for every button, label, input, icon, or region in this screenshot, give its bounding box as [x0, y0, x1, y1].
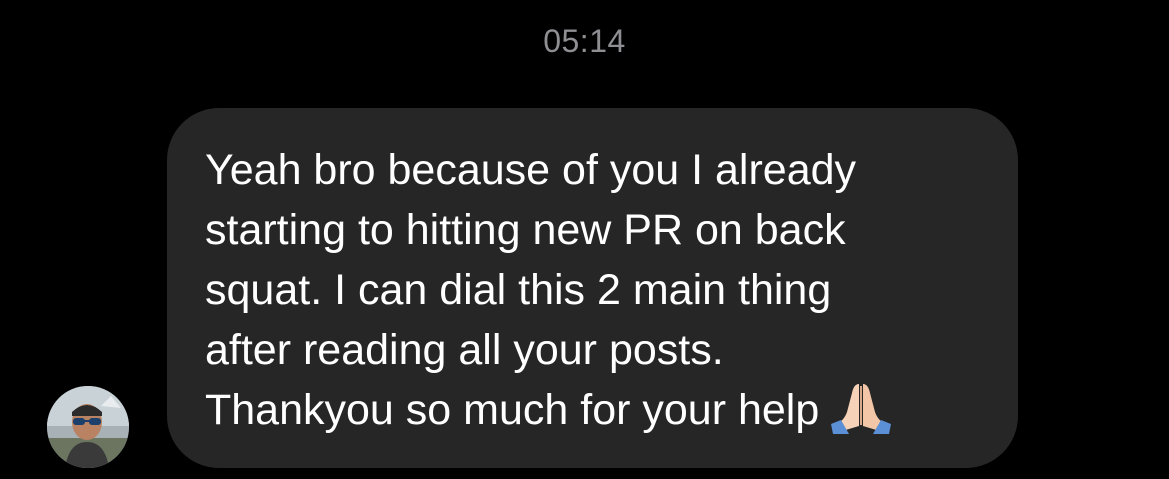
message-body: Yeah bro because of you I already starti…: [205, 146, 857, 434]
folded-hands-icon: [829, 380, 893, 450]
message-timestamp: 05:14: [543, 23, 626, 59]
avatar-photo-icon: [47, 386, 129, 468]
sender-avatar[interactable]: [47, 386, 129, 468]
message-text: Yeah bro because of you I already starti…: [205, 140, 988, 450]
message-bubble[interactable]: Yeah bro because of you I already starti…: [167, 108, 1018, 468]
